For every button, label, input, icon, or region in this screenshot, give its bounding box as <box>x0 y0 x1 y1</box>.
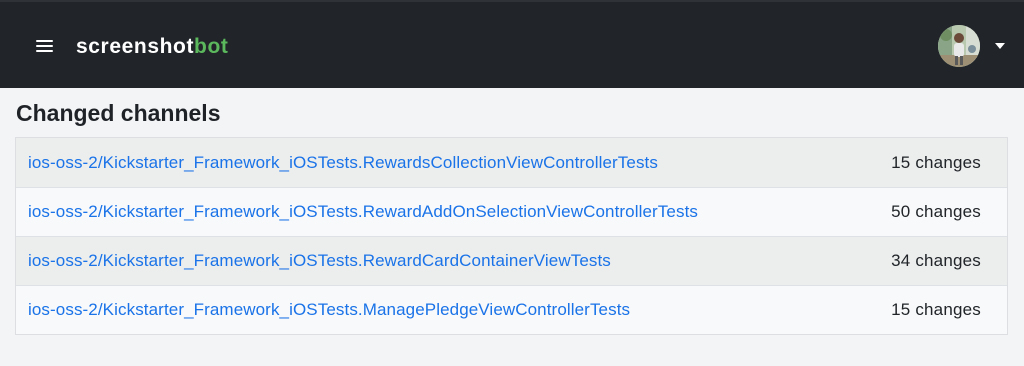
top-navbar: screenshotbot <box>0 0 1024 88</box>
channel-row: ios-oss-2/Kickstarter_Framework_iOSTests… <box>16 138 1007 187</box>
channel-row: ios-oss-2/Kickstarter_Framework_iOSTests… <box>16 285 1007 334</box>
brand-primary: screenshot <box>76 35 195 58</box>
avatar-image <box>938 25 980 67</box>
page-title: Changed channels <box>16 100 221 126</box>
hamburger-menu-icon[interactable] <box>36 40 53 52</box>
change-count: 50 changes <box>891 202 981 221</box>
channel-link[interactable]: ios-oss-2/Kickstarter_Framework_iOSTests… <box>28 251 611 271</box>
change-count: 15 changes <box>891 300 981 319</box>
channel-link[interactable]: ios-oss-2/Kickstarter_Framework_iOSTests… <box>28 153 658 173</box>
menu-line <box>36 40 53 42</box>
menu-line <box>36 45 53 47</box>
brand-accent: bot <box>194 35 229 58</box>
channel-link[interactable]: ios-oss-2/Kickstarter_Framework_iOSTests… <box>28 202 698 222</box>
user-avatar[interactable] <box>938 25 980 67</box>
chevron-down-icon <box>995 43 1005 49</box>
user-menu-toggle[interactable] <box>938 24 1005 68</box>
menu-line <box>36 50 53 52</box>
channel-row: ios-oss-2/Kickstarter_Framework_iOSTests… <box>16 187 1007 236</box>
change-count: 34 changes <box>891 251 981 270</box>
changed-channels-list: ios-oss-2/Kickstarter_Framework_iOSTests… <box>15 137 1008 335</box>
brand-logo[interactable]: screenshotbot <box>76 34 229 60</box>
change-count: 15 changes <box>891 152 981 172</box>
channel-link[interactable]: ios-oss-2/Kickstarter_Framework_iOSTests… <box>28 300 630 320</box>
channel-row: ios-oss-2/Kickstarter_Framework_iOSTests… <box>16 236 1007 285</box>
